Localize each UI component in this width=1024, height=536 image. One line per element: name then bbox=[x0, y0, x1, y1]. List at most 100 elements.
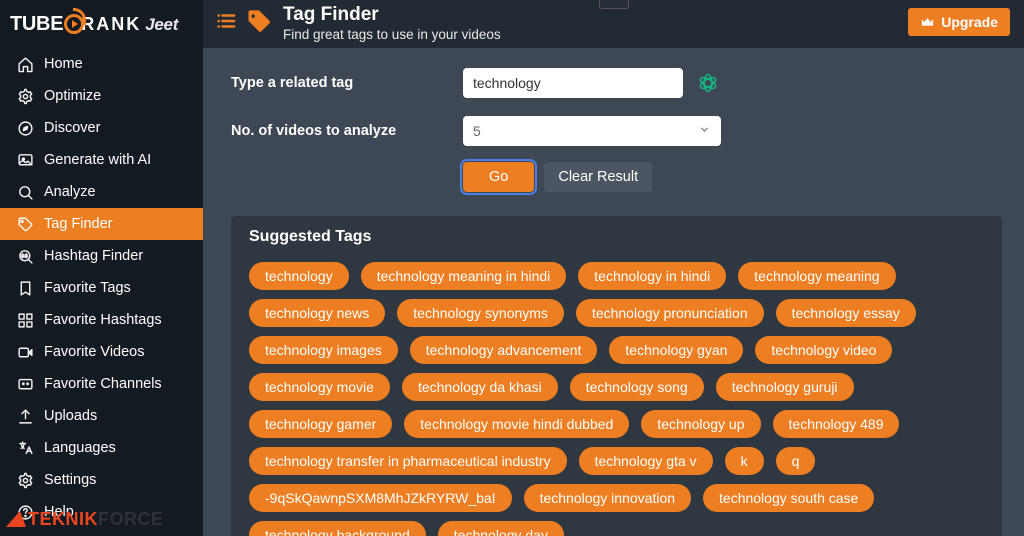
gear-icon bbox=[16, 87, 34, 105]
crown-icon bbox=[920, 15, 935, 30]
sidebar-item-analyze[interactable]: Analyze bbox=[0, 176, 203, 208]
main: Tag Finder Find great tags to use in you… bbox=[203, 0, 1024, 536]
sidebar-item-label: Languages bbox=[44, 440, 116, 456]
home-icon bbox=[16, 55, 34, 73]
tag-pill[interactable]: technology background bbox=[249, 521, 426, 536]
tag-pill[interactable]: technology images bbox=[249, 336, 398, 364]
sidebar-item-tag-finder[interactable]: Tag Finder bbox=[0, 208, 203, 240]
tag-pill[interactable]: technology pronunciation bbox=[576, 299, 764, 327]
sidebar-item-favorite-hashtags[interactable]: Favorite Hashtags bbox=[0, 304, 203, 336]
tag-pill[interactable]: technology up bbox=[641, 410, 760, 438]
grid-icon bbox=[16, 311, 34, 329]
tag-pill[interactable]: technology transfer in pharmaceutical in… bbox=[249, 447, 567, 475]
upgrade-button[interactable]: Upgrade bbox=[908, 8, 1010, 36]
tag-pill[interactable]: technology synonyms bbox=[397, 299, 564, 327]
tag-pill[interactable]: technology gta v bbox=[579, 447, 713, 475]
tag-pill[interactable]: technology day bbox=[438, 521, 564, 536]
sidebar-item-label: Settings bbox=[44, 472, 96, 488]
sidebar-item-label: Generate with AI bbox=[44, 152, 151, 168]
upgrade-label: Upgrade bbox=[941, 14, 998, 30]
suggested-panel: Suggested Tags technologytechnology mean… bbox=[231, 216, 1002, 536]
tag-pill[interactable]: technology meaning bbox=[738, 262, 895, 290]
search-icon bbox=[16, 183, 34, 201]
brand-rank: RANK bbox=[81, 15, 141, 33]
compass-icon bbox=[16, 119, 34, 137]
tag-pill[interactable]: technology innovation bbox=[524, 484, 691, 512]
image-ai-icon bbox=[16, 151, 34, 169]
tag-pill[interactable]: technology in hindi bbox=[578, 262, 726, 290]
sidebar-item-label: Favorite Tags bbox=[44, 280, 131, 296]
brand-6-icon bbox=[63, 12, 81, 36]
tag-header-icon bbox=[245, 8, 273, 39]
go-button[interactable]: Go bbox=[463, 162, 534, 192]
page-subtitle: Find great tags to use in your videos bbox=[283, 27, 501, 42]
brand-jeet: Jeet bbox=[145, 16, 178, 33]
sidebar-nav: Home Optimize Discover Generate with AI Anal… bbox=[0, 48, 203, 536]
sidebar-item-discover[interactable]: Discover bbox=[0, 112, 203, 144]
sidebar-item-label: Discover bbox=[44, 120, 100, 136]
sidebar-item-generate-with-ai[interactable]: Generate with AI bbox=[0, 144, 203, 176]
tag-pill[interactable]: technology movie hindi dubbed bbox=[404, 410, 629, 438]
sidebar-item-optimize[interactable]: Optimize bbox=[0, 80, 203, 112]
list-icon[interactable] bbox=[215, 10, 237, 35]
tags-list: technology technology meaning in hindi tec… bbox=[231, 252, 1002, 536]
sidebar: TUBE RANK Jeet Home Optimize Discover Gener… bbox=[0, 0, 203, 536]
sidebar-item-settings[interactable]: Settings bbox=[0, 464, 203, 496]
hash-icon bbox=[16, 247, 34, 265]
tag-pill[interactable]: technology movie bbox=[249, 373, 390, 401]
sidebar-item-favorite-channels[interactable]: Favorite Channels bbox=[0, 368, 203, 400]
tag-pill[interactable]: technology advancement bbox=[410, 336, 598, 364]
gear-icon bbox=[16, 471, 34, 489]
sidebar-item-label: Favorite Hashtags bbox=[44, 312, 162, 328]
tag-pill[interactable]: technology gamer bbox=[249, 410, 392, 438]
tag-pill[interactable]: k bbox=[725, 447, 764, 475]
sidebar-item-label: Favorite Videos bbox=[44, 344, 144, 360]
tag-pill[interactable]: technology south case bbox=[703, 484, 874, 512]
tag-pill[interactable]: technology 489 bbox=[773, 410, 900, 438]
tag-icon bbox=[16, 215, 34, 233]
video-icon bbox=[16, 343, 34, 361]
footer-brand: TEKNIKFORCE bbox=[8, 509, 164, 530]
tag-pill[interactable]: technology video bbox=[755, 336, 892, 364]
bookmark-icon bbox=[16, 279, 34, 297]
sidebar-item-label: Uploads bbox=[44, 408, 97, 424]
tag-input[interactable] bbox=[463, 68, 683, 98]
sidebar-item-label: Hashtag Finder bbox=[44, 248, 143, 264]
brand-tube: TUBE bbox=[10, 14, 63, 34]
sidebar-item-hashtag-finder[interactable]: Hashtag Finder bbox=[0, 240, 203, 272]
tag-pill[interactable]: technology guruji bbox=[716, 373, 854, 401]
upload-icon bbox=[16, 407, 34, 425]
sidebar-item-uploads[interactable]: Uploads bbox=[0, 400, 203, 432]
count-label: No. of videos to analyze bbox=[231, 123, 463, 139]
tab-indicator-icon bbox=[599, 0, 629, 9]
clear-result-button[interactable]: Clear Result bbox=[544, 162, 652, 192]
page-title: Tag Finder bbox=[283, 4, 501, 26]
teknik-logo-icon bbox=[8, 511, 26, 529]
sidebar-item-favorite-videos[interactable]: Favorite Videos bbox=[0, 336, 203, 368]
sidebar-item-home[interactable]: Home bbox=[0, 48, 203, 80]
channels-icon bbox=[16, 375, 34, 393]
tag-input-label: Type a related tag bbox=[231, 75, 463, 91]
sidebar-item-label: Favorite Channels bbox=[44, 376, 162, 392]
brand-logo: TUBE RANK Jeet bbox=[0, 0, 203, 48]
ai-icon[interactable] bbox=[695, 70, 721, 96]
sidebar-item-languages[interactable]: Languages bbox=[0, 432, 203, 464]
lang-icon bbox=[16, 439, 34, 457]
count-value: 5 bbox=[473, 123, 481, 139]
tag-pill[interactable]: technology bbox=[249, 262, 349, 290]
topbar: Tag Finder Find great tags to use in you… bbox=[203, 0, 1024, 48]
tag-pill[interactable]: technology meaning in hindi bbox=[361, 262, 567, 290]
tag-pill[interactable]: technology essay bbox=[776, 299, 916, 327]
tag-pill[interactable]: technology song bbox=[570, 373, 704, 401]
sidebar-item-label: Tag Finder bbox=[44, 216, 113, 232]
tag-pill[interactable]: technology da khasi bbox=[402, 373, 558, 401]
count-select[interactable]: 5 bbox=[463, 116, 721, 146]
content: Type a related tag No. of videos to anal… bbox=[203, 48, 1024, 536]
sidebar-item-label: Analyze bbox=[44, 184, 96, 200]
tag-pill[interactable]: technology news bbox=[249, 299, 385, 327]
tag-pill[interactable]: q bbox=[776, 447, 816, 475]
tag-pill[interactable]: technology gyan bbox=[609, 336, 743, 364]
tag-pill[interactable]: -9qSkQawnpSXM8MhJZkRYRW_baI bbox=[249, 484, 512, 512]
sidebar-item-favorite-tags[interactable]: Favorite Tags bbox=[0, 272, 203, 304]
sidebar-item-label: Optimize bbox=[44, 88, 101, 104]
